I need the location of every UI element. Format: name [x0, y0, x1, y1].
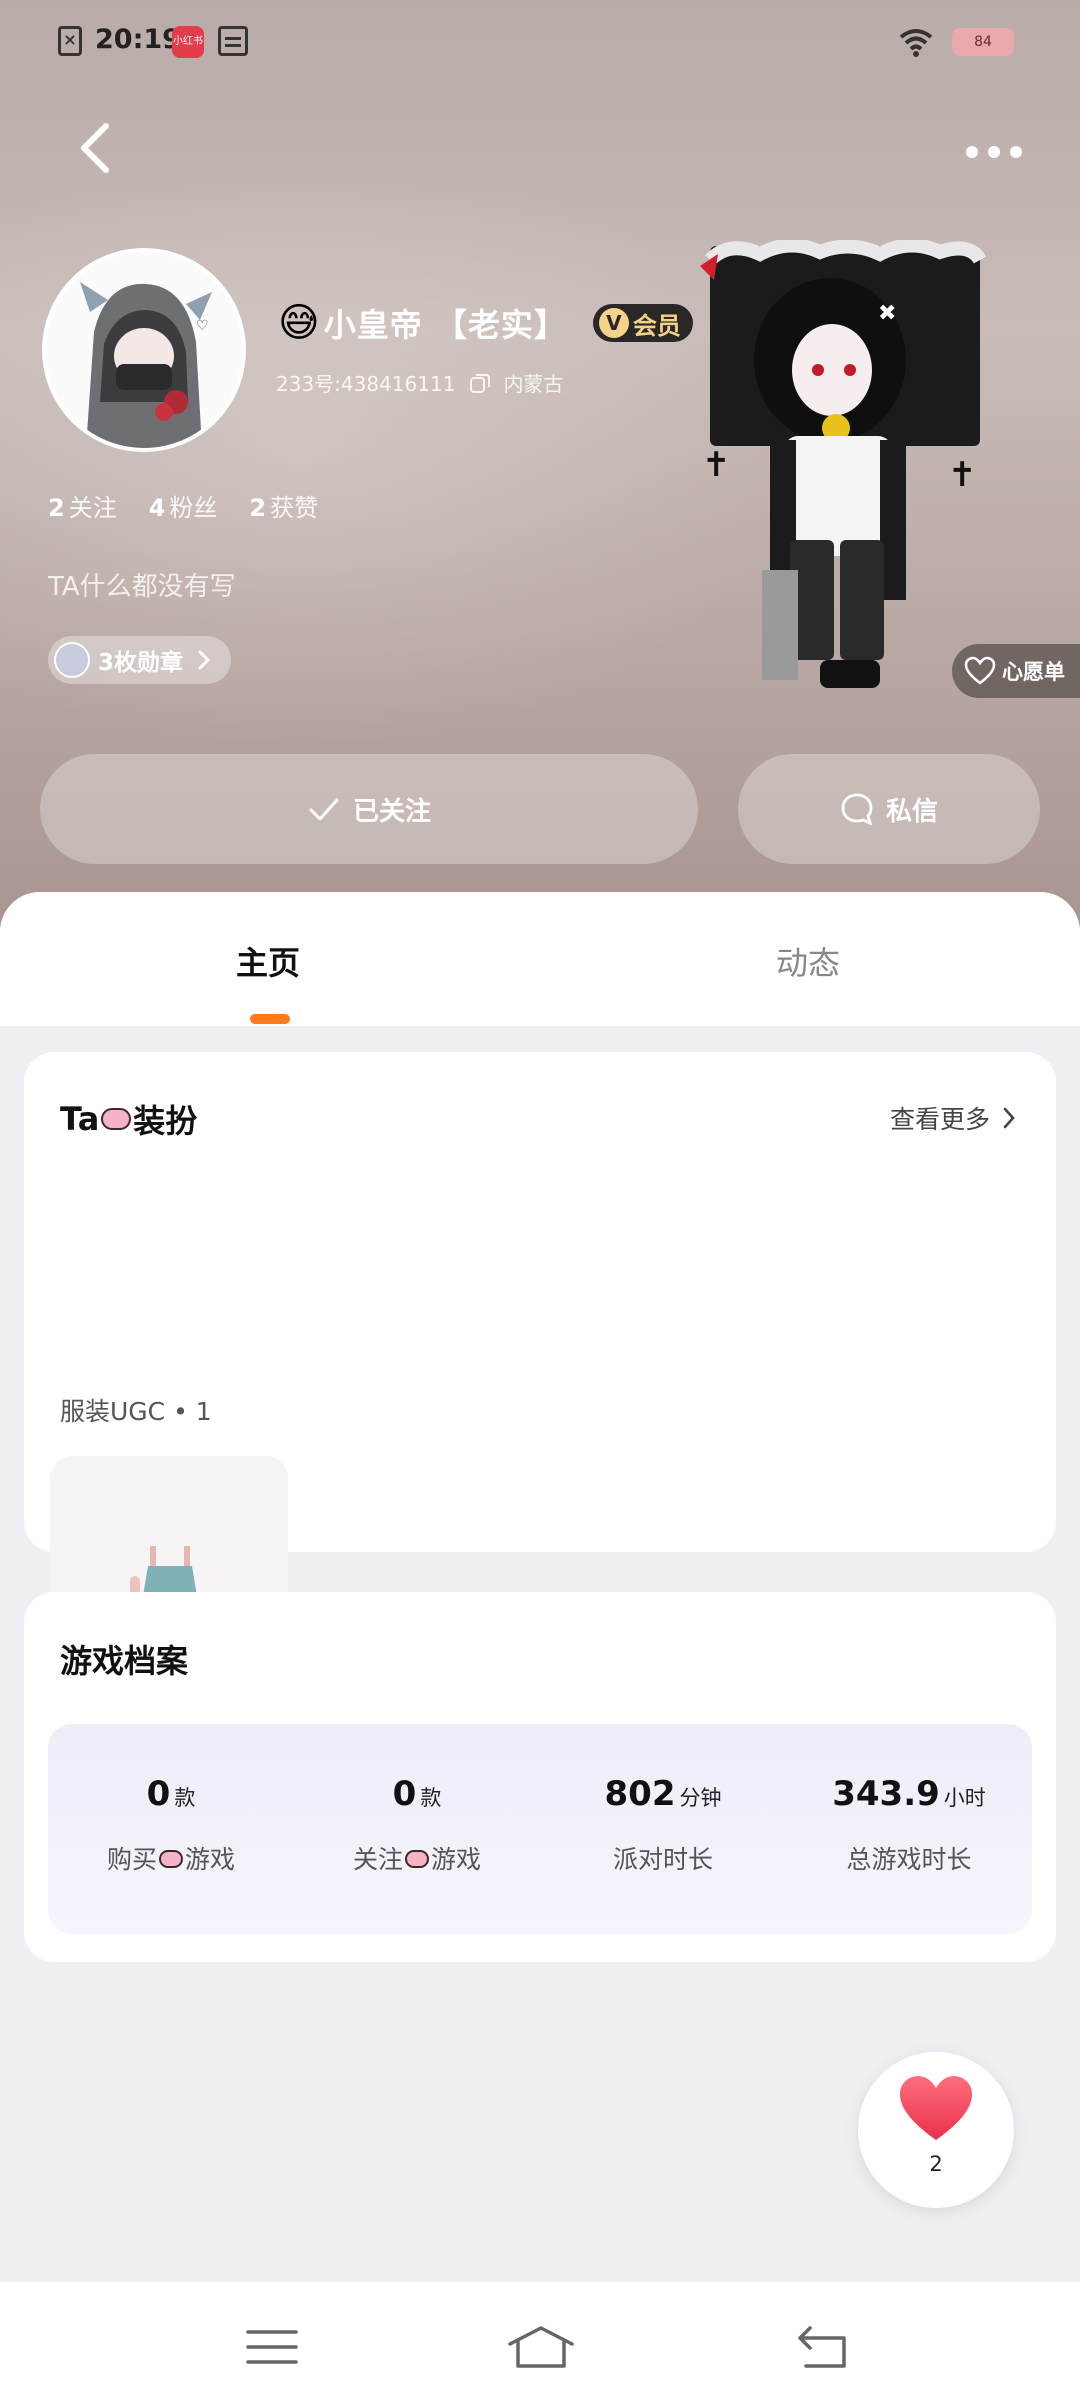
profile-header: × 20:19 小红书 84 ♡ 😅 小皇帝 【老实】 V 会员 233号:43… [0, 0, 1080, 940]
check-icon [309, 798, 339, 821]
pink-heart-icon [405, 1850, 429, 1868]
like-button[interactable]: 2 [858, 2052, 1014, 2208]
follow-label: 已关注 [352, 796, 431, 827]
stat-likes[interactable]: 2 获赞 [249, 488, 318, 523]
game-stats: 0款 购买 游戏 0款 关注 游戏 802 分钟 派对时长 343.9 小时 总游戏时长 [48, 1724, 1032, 1934]
tab-bar: 主页 动态 [0, 892, 1080, 1026]
tab-indicator [250, 1014, 290, 1024]
calendar-icon [218, 26, 248, 56]
chevron-right-icon [1003, 1107, 1015, 1129]
heart-outline-icon [964, 656, 996, 685]
home-icon[interactable] [506, 2322, 576, 2372]
location: 内蒙古 [503, 372, 564, 396]
ugc-section-label: 服装UGC • 1 [60, 1397, 212, 1426]
see-more-link[interactable]: 查看更多 [890, 1100, 1016, 1136]
svg-text:✝: ✝ [948, 455, 977, 495]
see-more-label: 查看更多 [889, 1105, 990, 1134]
game-profile-title: 游戏档案 [60, 1642, 189, 1680]
chevron-right-icon [198, 650, 211, 670]
stat-purchased-games[interactable]: 0款 购买 游戏 [48, 1724, 294, 1934]
tab-feed[interactable]: 动态 [776, 938, 840, 984]
medal-icon [54, 642, 90, 678]
back-button[interactable] [68, 118, 128, 178]
user-id: 233号:438416111 [276, 372, 456, 396]
more-options-button[interactable] [960, 130, 1030, 170]
menu-icon[interactable] [244, 2322, 300, 2372]
vip-label: 会员 [632, 311, 681, 340]
copy-icon[interactable] [469, 372, 491, 394]
outfit-card: Ta 装扮 查看更多 服装UGC • 1 [24, 1052, 1056, 1694]
avatar[interactable]: ♡ [42, 248, 246, 452]
svg-text:✝: ✝ [702, 445, 731, 485]
username: 小皇帝 【老实】 [323, 306, 567, 344]
badges-button[interactable]: 3枚勋章 [48, 636, 232, 684]
vip-badge[interactable]: V 会员 [592, 304, 693, 342]
system-nav-bar [0, 2282, 1080, 2408]
sim-off-icon: × [58, 26, 82, 56]
stat-followed-games[interactable]: 0款 关注 游戏 [294, 1724, 540, 1934]
pink-heart-icon [101, 1108, 132, 1130]
status-time: 20:19 [95, 24, 181, 55]
heart-filled-icon [900, 2076, 972, 2140]
wifi-icon [899, 29, 933, 57]
bio-text: TA什么都没有写 [48, 572, 236, 602]
id-row: 233号:438416111 内蒙古 [276, 368, 563, 397]
follow-button[interactable]: 已关注 [40, 754, 698, 864]
stat-following[interactable]: 2 关注 [48, 488, 117, 523]
message-button[interactable]: 私信 [738, 754, 1040, 864]
svg-text:✖: ✖ [878, 301, 896, 326]
stat-followers[interactable]: 4 粉丝 [149, 488, 218, 523]
stat-total-play-time: 343.9 小时 总游戏时长 [832, 1774, 986, 1874]
wishlist-label: 心愿单 [1002, 660, 1065, 684]
status-bar: × 20:19 小红书 84 [0, 18, 1080, 68]
pink-heart-icon [159, 1850, 183, 1868]
name-emoji: 😅 [278, 300, 320, 346]
stat-party-time: 802 分钟 派对时长 [604, 1774, 722, 1874]
wishlist-button[interactable]: 心愿单 [952, 644, 1080, 698]
game-profile-card: 游戏档案 0款 购买 游戏 0款 关注 游戏 802 分钟 派对时长 343.9 小时 … [24, 1592, 1056, 1962]
social-stats: 2 关注 4 粉丝 2 获赞 [48, 488, 350, 523]
username-row: 😅 小皇帝 【老实】 V 会员 [278, 298, 693, 348]
tab-home[interactable]: 主页 [236, 938, 300, 984]
message-label: 私信 [885, 796, 938, 827]
battery-icon: 84 [952, 28, 1014, 56]
svg-text:♡: ♡ [196, 318, 209, 334]
outfit-title: Ta 装扮 [60, 1100, 198, 1140]
like-count: 2 [929, 2152, 943, 2176]
back-nav-icon[interactable] [796, 2322, 852, 2372]
chat-bubble-icon [841, 793, 873, 826]
avatar-illustration: ♡ [46, 252, 242, 448]
badges-label: 3枚勋章 [98, 650, 184, 676]
app-notification-icon: 小红书 [172, 26, 204, 58]
character-avatar-3d[interactable]: ✖ ✝ ✝ [700, 240, 1000, 700]
vip-icon: V [598, 308, 629, 338]
